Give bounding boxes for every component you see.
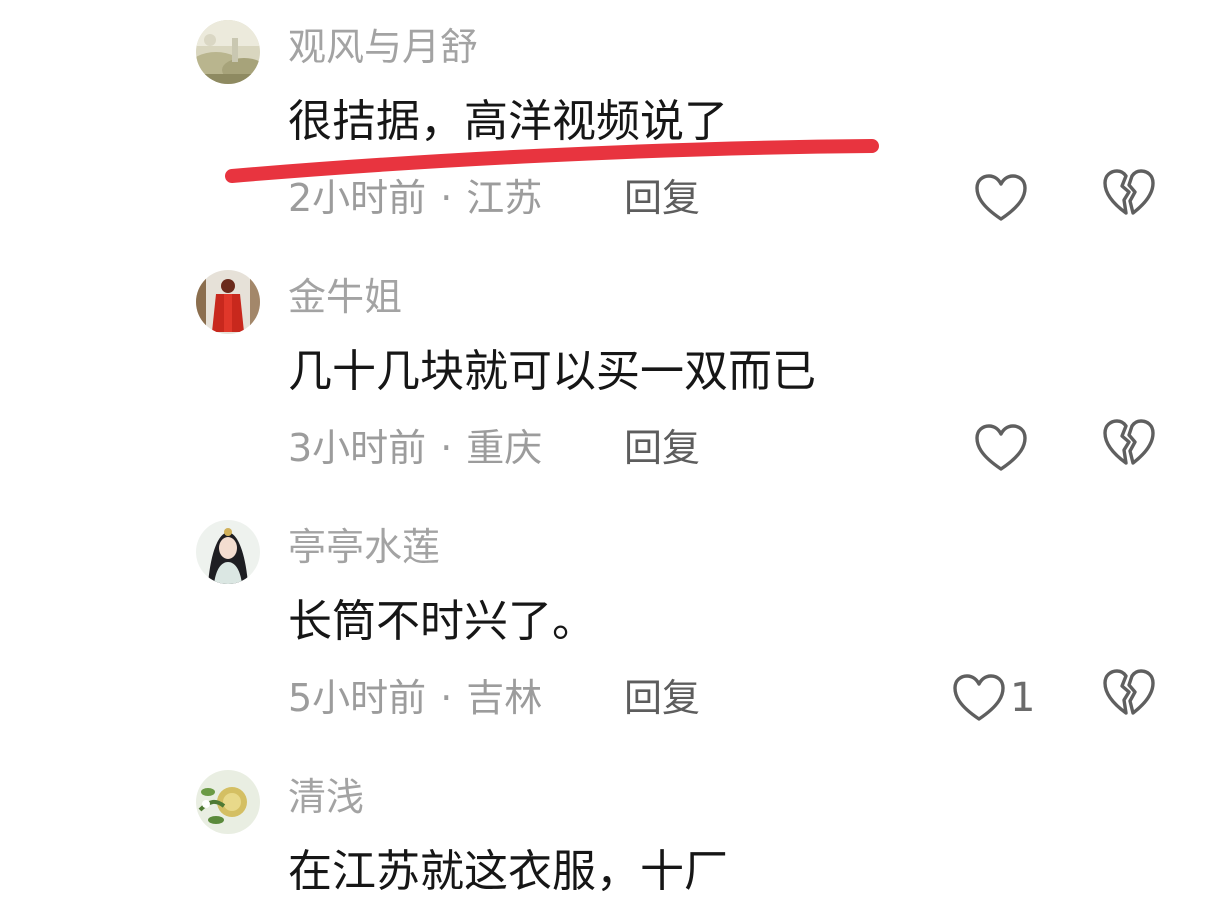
comment-text: 长筒不时兴了。 bbox=[288, 596, 596, 647]
heart-outline-icon bbox=[953, 674, 1005, 721]
username[interactable]: 亭亭水莲 bbox=[288, 522, 440, 572]
meta-separator: · bbox=[440, 676, 453, 720]
reply-button[interactable]: 回复 bbox=[624, 672, 700, 724]
comment-list: 观风与月舒 很拮据，高洋视频说了 2小时前 · 江苏 回复 金牛姐 几十几块就可… bbox=[0, 0, 1220, 917]
avatar[interactable] bbox=[196, 270, 260, 334]
avatar[interactable] bbox=[196, 770, 260, 834]
portrait-avatar-icon bbox=[196, 520, 260, 584]
like-button[interactable] bbox=[974, 168, 1032, 228]
comment-item: 亭亭水莲 长筒不时兴了。 5小时前 · 吉林 回复 1 bbox=[0, 500, 1220, 750]
red-figure-avatar-icon bbox=[196, 270, 260, 334]
meta-separator: · bbox=[440, 426, 453, 470]
comment-location: 吉林 bbox=[466, 676, 543, 720]
comment-item: 金牛姐 几十几块就可以买一双而已 3小时前 · 重庆 回复 bbox=[0, 250, 1220, 500]
comment-time: 3小时前 bbox=[288, 426, 427, 470]
broken-heart-icon bbox=[1103, 169, 1155, 215]
like-button[interactable] bbox=[974, 418, 1032, 478]
comment-item: 观风与月舒 很拮据，高洋视频说了 2小时前 · 江苏 回复 bbox=[0, 0, 1220, 250]
avatar[interactable] bbox=[196, 20, 260, 84]
like-button[interactable]: 1 bbox=[952, 668, 1035, 728]
meta-separator: · bbox=[440, 176, 453, 220]
comment-text: 很拮据，高洋视频说了 bbox=[288, 96, 728, 147]
comment-meta: 2小时前 · 江苏 bbox=[288, 172, 542, 224]
username[interactable]: 清浅 bbox=[288, 772, 364, 822]
dislike-button[interactable] bbox=[1102, 168, 1160, 228]
flower-avatar-icon bbox=[196, 770, 260, 834]
comment-text: 几十几块就可以买一双而已 bbox=[288, 346, 816, 397]
broken-heart-icon bbox=[1103, 669, 1155, 715]
heart-outline-icon bbox=[975, 424, 1027, 471]
broken-heart-icon bbox=[1103, 419, 1155, 465]
landscape-avatar-icon bbox=[196, 20, 260, 84]
dislike-button[interactable] bbox=[1102, 668, 1160, 728]
username[interactable]: 观风与月舒 bbox=[288, 22, 478, 72]
bottom-fade-overlay bbox=[740, 840, 1220, 917]
comment-text: 在江苏就这衣服，十厂 bbox=[288, 846, 728, 897]
heart-outline-icon bbox=[975, 174, 1027, 221]
reply-button[interactable]: 回复 bbox=[624, 172, 700, 224]
comment-meta: 3小时前 · 重庆 bbox=[288, 422, 542, 474]
avatar[interactable] bbox=[196, 520, 260, 584]
comment-meta: 5小时前 · 吉林 bbox=[288, 672, 542, 724]
comment-location: 重庆 bbox=[466, 426, 543, 470]
dislike-button[interactable] bbox=[1102, 418, 1160, 478]
comment-time: 5小时前 bbox=[288, 676, 427, 720]
reply-button[interactable]: 回复 bbox=[624, 422, 700, 474]
comment-time: 2小时前 bbox=[288, 176, 427, 220]
comment-location: 江苏 bbox=[466, 176, 543, 220]
username[interactable]: 金牛姐 bbox=[288, 272, 402, 322]
like-count: 1 bbox=[1010, 675, 1036, 721]
